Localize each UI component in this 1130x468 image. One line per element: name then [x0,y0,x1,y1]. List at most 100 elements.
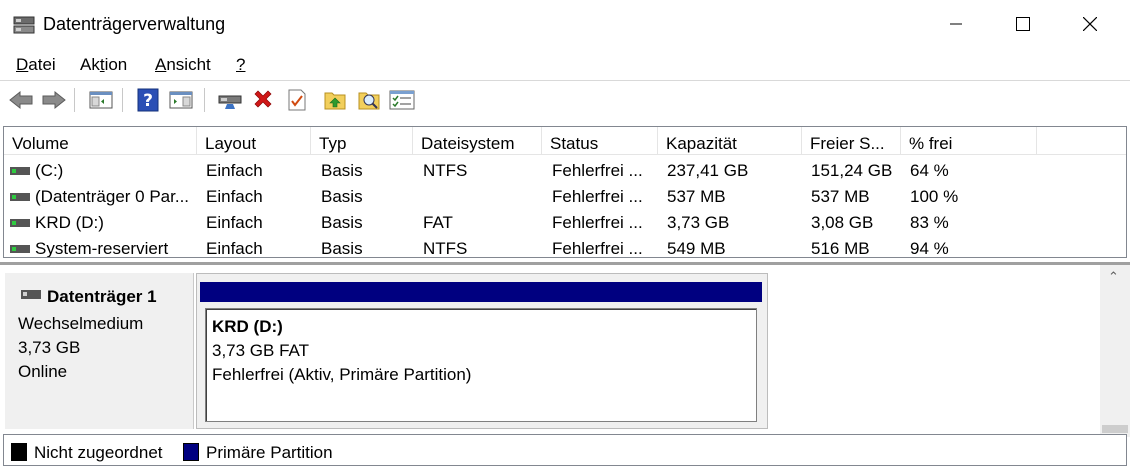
toolbar-separator [74,88,75,112]
maximize-button[interactable] [991,0,1055,48]
cell-volume: System-reserviert [35,239,169,258]
volume-list-header: Volume Layout Typ Dateisystem Status Kap… [4,127,1126,155]
cell-typ: Basis [321,161,363,180]
column-header-freier-speicher[interactable]: Freier S... [802,127,901,155]
column-header-typ[interactable]: Typ [311,127,413,155]
cell-freier-speicher: 537 MB [811,187,870,206]
partition-size-fs: 3,73 GB FAT [212,341,310,360]
cell-kapazitaet: 549 MB [667,239,726,258]
minimize-icon [950,23,962,25]
menu-separator [0,80,1130,81]
legend-swatch-primary [183,443,199,461]
menu-datei-accel: D [16,55,29,74]
disk-info-panel[interactable]: Datenträger 1 Wechselmedium 3,73 GB Onli… [5,273,194,429]
cell-prozent-frei: 94 % [910,239,949,258]
table-row[interactable]: System-reserviert Einfach Basis NTFS Feh… [4,236,1126,258]
search-button[interactable] [355,86,383,114]
drive-icon [10,167,30,175]
disk-size: 3,73 GB [18,338,81,357]
cell-layout: Einfach [206,213,263,232]
partition-status: Fehlerfrei (Aktiv, Primäre Partition) [212,365,472,384]
forward-arrow-icon [42,90,66,110]
legend-bar: Nicht zugeordnet Primäre Partition [3,434,1127,466]
menu-bar: Datei Aktion Ansicht ? [0,52,1130,78]
partition-title: KRD (D:) [212,317,283,336]
menu-help-accel: ? [236,55,246,74]
graphical-disk-pane: Datenträger 1 Wechselmedium 3,73 GB Onli… [0,262,1130,437]
close-icon [1083,17,1097,31]
cell-status: Fehlerfrei ... [552,213,643,232]
help-icon: ? [137,88,159,112]
vertical-scrollbar[interactable] [1100,265,1130,437]
back-arrow-icon [9,90,33,110]
toolbar-separator [204,88,205,112]
cell-kapazitaet: 3,73 GB [667,213,730,232]
partition-details[interactable]: KRD (D:) 3,73 GB FAT Fehlerfrei (Aktiv, … [205,308,757,422]
toolbar-separator [122,88,123,112]
legend-label-unallocated: Nicht zugeordnet [34,443,163,462]
disk-management-app-icon [13,16,35,34]
up-level-button[interactable] [321,86,349,114]
cell-layout: Einfach [206,239,263,258]
show-hide-pane-button[interactable] [167,86,195,114]
cell-status: Fehlerfrei ... [552,187,643,206]
window-title: Datenträgerverwaltung [43,14,226,34]
partition-block[interactable]: KRD (D:) 3,73 GB FAT Fehlerfrei (Aktiv, … [196,273,768,429]
disk-name: Datenträger 1 [47,287,157,306]
properties-check-icon [288,89,306,111]
drive-icon [10,219,30,227]
table-row[interactable]: (Datenträger 0 Par... Einfach Basis Fehl… [4,184,1126,210]
partition-color-bar [200,282,762,302]
column-header-volume[interactable]: Volume [4,127,197,155]
column-header-layout[interactable]: Layout [197,127,311,155]
back-button[interactable] [7,86,35,114]
close-button[interactable] [1058,0,1122,48]
show-hide-pane-icon [169,91,193,109]
column-header-prozent-frei[interactable]: % frei [901,127,1037,155]
removable-disk-icon [21,290,41,299]
connect-drive-icon [218,95,242,109]
toolbar: ? [0,83,1130,117]
cell-freier-speicher: 3,08 GB [811,213,874,232]
console-tree-button[interactable] [87,86,115,114]
menu-aktion[interactable]: Aktion [80,55,127,75]
disk-type: Wechselmedium [18,314,144,333]
console-tree-icon [89,91,113,109]
legend-label-primary: Primäre Partition [206,443,333,462]
scroll-up-arrow-icon[interactable]: ⌃ [1108,269,1119,285]
list-view-button[interactable] [388,86,416,114]
cell-volume: (C:) [35,161,64,180]
search-folder-icon [358,92,380,110]
cell-prozent-frei: 100 % [910,187,959,206]
drive-icon [10,193,30,201]
forward-button[interactable] [40,86,68,114]
column-header-status[interactable]: Status [542,127,658,155]
properties-button[interactable] [283,86,311,114]
scrollbar-thumb[interactable] [1102,425,1128,433]
volume-list[interactable]: Volume Layout Typ Dateisystem Status Kap… [3,126,1127,258]
menu-datei-post: atei [28,55,56,74]
menu-datei[interactable]: Datei [16,55,56,75]
maximize-icon [1016,17,1030,31]
table-row[interactable]: (C:) Einfach Basis NTFS Fehlerfrei ... 2… [4,158,1126,184]
menu-help[interactable]: ? [236,55,245,75]
cell-status: Fehlerfrei ... [552,161,643,180]
connect-drive-button[interactable] [216,86,244,114]
cell-layout: Einfach [206,187,263,206]
minimize-button[interactable] [924,0,988,48]
cell-prozent-frei: 64 % [910,161,949,180]
menu-ansicht[interactable]: Ansicht [155,55,211,75]
cell-kapazitaet: 237,41 GB [667,161,749,180]
cell-dateisystem: NTFS [423,161,468,180]
help-button[interactable]: ? [134,86,162,114]
delete-icon [254,90,272,108]
menu-aktion-pre: Ak [80,55,100,74]
disk-state: Online [18,362,68,381]
cell-status: Fehlerfrei ... [552,239,643,258]
cell-typ: Basis [321,213,363,232]
delete-button[interactable] [249,86,277,114]
column-header-dateisystem[interactable]: Dateisystem [413,127,542,155]
table-row[interactable]: KRD (D:) Einfach Basis FAT Fehlerfrei ..… [4,210,1126,236]
column-header-kapazitaet[interactable]: Kapazität [658,127,802,155]
cell-freier-speicher: 516 MB [811,239,870,258]
